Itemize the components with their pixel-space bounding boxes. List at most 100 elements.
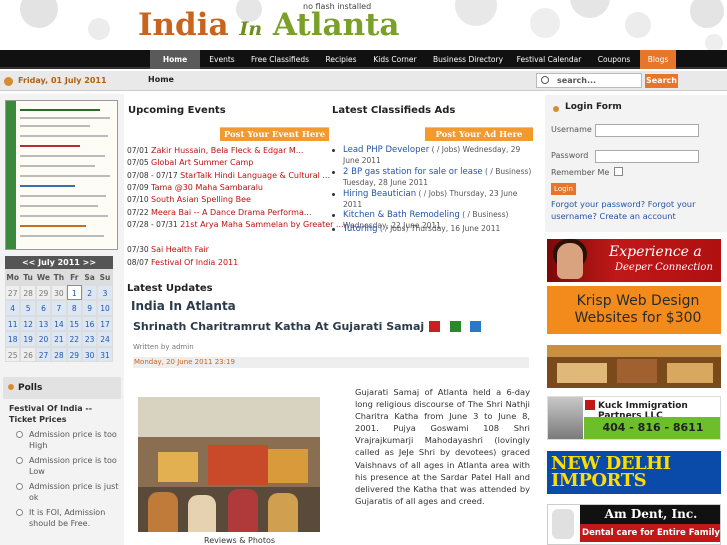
account-links[interactable]: Forgot your password? Forgot your userna…: [551, 198, 723, 222]
clock-icon: [4, 77, 13, 86]
poll-option[interactable]: Admission price is too Low: [3, 455, 121, 477]
calendar-day-header: Tu: [20, 269, 36, 285]
poll-option[interactable]: It is FOI, Admission should be Free.: [3, 507, 121, 529]
calendar-day[interactable]: 9: [81, 300, 98, 316]
username-field[interactable]: [595, 124, 699, 137]
calendar-day[interactable]: 19: [20, 331, 36, 347]
calendar-grid: Mo Tu We Th Fr Sa Su 27 28 29 30 1 2 3 4 5 6 7 8 9 10 11 12 13 1…: [5, 269, 113, 362]
event-link[interactable]: Festival Of India 2011: [151, 258, 238, 267]
event-link[interactable]: Global Art Summer Camp: [151, 158, 253, 167]
site-logo[interactable]: India In Atlanta: [138, 7, 400, 43]
ad-banner-krisp[interactable]: Krisp Web Design Websites for $300: [547, 286, 721, 334]
password-field[interactable]: [595, 150, 699, 163]
article-date: Monday, 20 June 2011 23:19: [133, 357, 529, 368]
radio-button[interactable]: [16, 431, 23, 438]
calendar-day[interactable]: 23: [81, 331, 98, 347]
classified-link[interactable]: Kitchen & Bath Remodeling: [343, 210, 460, 220]
nav-coupons[interactable]: Coupons: [588, 50, 640, 69]
calendar-day[interactable]: 13: [35, 315, 52, 331]
section-title[interactable]: India In Atlanta: [131, 299, 236, 313]
poll-option[interactable]: Admission price is too High: [3, 429, 121, 451]
poll-option[interactable]: Admission price is just ok: [3, 481, 121, 503]
calendar-day[interactable]: 4: [5, 300, 21, 316]
event-link[interactable]: Tama @30 Maha Sambaralu: [151, 183, 263, 192]
search-button[interactable]: Search: [645, 74, 678, 88]
nav-free-classifieds[interactable]: Free Classifieds: [244, 50, 316, 69]
event-photo[interactable]: [138, 397, 320, 532]
calendar-day[interactable]: 8: [66, 300, 82, 316]
event-link[interactable]: StarTalk Hindi Language & Cultural ...: [180, 171, 330, 180]
classified-link[interactable]: Hiring Beautician: [343, 189, 416, 199]
event-flyer-image[interactable]: [5, 100, 118, 250]
event-date: 07/05: [127, 158, 149, 167]
event-link[interactable]: Sai Health Fair: [151, 245, 209, 254]
radio-button[interactable]: [16, 483, 23, 490]
calendar-day[interactable]: 11: [5, 315, 21, 331]
main-nav: Home Events Free Classifieds Recipies Ki…: [0, 50, 727, 69]
ad-banner-restaurant[interactable]: [547, 345, 721, 388]
event-date: 08/07: [127, 258, 149, 267]
calendar-day[interactable]: 7: [51, 300, 67, 316]
breadcrumb[interactable]: Home: [148, 75, 174, 84]
calendar-day[interactable]: 18: [5, 331, 21, 347]
classified-link[interactable]: Lead PHP Developer: [343, 145, 429, 155]
login-button[interactable]: Login: [551, 183, 576, 195]
event-item: 07/22 Meera Bai -- A Dance Drama Perform…: [127, 207, 312, 220]
nav-recipies[interactable]: Recipies: [318, 50, 364, 69]
calendar-day[interactable]: 16: [81, 315, 98, 331]
search-input[interactable]: search...: [536, 73, 642, 88]
calendar-header[interactable]: << July 2011 >>: [5, 256, 113, 269]
article-title[interactable]: Shrinath Charitramrut Katha At Gujarati …: [133, 320, 424, 333]
calendar-day[interactable]: 2: [81, 284, 98, 300]
calendar-day[interactable]: 24: [97, 331, 113, 347]
calendar-day[interactable]: 5: [20, 300, 36, 316]
nav-business-directory[interactable]: Business Directory: [426, 50, 510, 69]
calendar-day[interactable]: 14: [51, 315, 67, 331]
calendar-day[interactable]: 6: [35, 300, 52, 316]
calendar-day[interactable]: 27: [35, 346, 52, 362]
event-item: 08/07 Festival Of India 2011: [127, 257, 238, 270]
ad-banner-am-dent[interactable]: Am Dent, Inc. Dental care for Entire Fam…: [547, 504, 721, 545]
ad-banner-kuck[interactable]: Kuck Immigration Partners LLC 404 - 816 …: [547, 396, 721, 440]
calendar-day[interactable]: 29: [66, 346, 82, 362]
classifieds-title: Latest Classifieds Ads: [332, 105, 456, 116]
pdf-icon[interactable]: [429, 321, 440, 332]
calendar-day[interactable]: 20: [35, 331, 52, 347]
nav-events[interactable]: Events: [202, 50, 242, 69]
print-icon[interactable]: [450, 321, 461, 332]
event-date: 07/09: [127, 183, 149, 192]
event-link[interactable]: 21st Arya Maha Sammelan by Greater ...: [180, 220, 344, 229]
calendar-day[interactable]: 21: [51, 331, 67, 347]
calendar-day[interactable]: 12: [20, 315, 36, 331]
photo-caption[interactable]: Reviews & Photos: [204, 536, 275, 545]
calendar-day[interactable]: 17: [97, 315, 113, 331]
calendar-day[interactable]: 15: [66, 315, 82, 331]
event-link[interactable]: South Asian Spelling Bee: [151, 195, 251, 204]
event-date: 07/10: [127, 195, 149, 204]
calendar-day: 27: [5, 284, 21, 300]
nav-home[interactable]: Home: [150, 50, 200, 69]
classified-link[interactable]: Tutoring: [343, 224, 377, 234]
event-link[interactable]: Zakir Hussain, Bela Fleck & Edgar M...: [151, 146, 303, 155]
nav-blogs[interactable]: Blogs: [640, 50, 676, 69]
event-link[interactable]: Meera Bai -- A Dance Drama Performa...: [151, 208, 312, 217]
email-icon[interactable]: [470, 321, 481, 332]
nav-kids-corner[interactable]: Kids Corner: [366, 50, 424, 69]
nav-festival-calendar[interactable]: Festival Calendar: [512, 50, 586, 69]
radio-button[interactable]: [16, 457, 23, 464]
classified-link[interactable]: 2 BP gas station for sale or lease: [343, 167, 483, 177]
calendar-day: 30: [51, 284, 67, 300]
radio-button[interactable]: [16, 509, 23, 516]
calendar-day[interactable]: 10: [97, 300, 113, 316]
ad-banner-new-delhi-imports[interactable]: NEW DELHI IMPORTS: [547, 451, 721, 494]
calendar-day[interactable]: 28: [51, 346, 67, 362]
post-ad-button[interactable]: Post Your Ad Here: [425, 127, 533, 141]
calendar-day[interactable]: 31: [97, 346, 113, 362]
ad-banner-experience[interactable]: Experience a Deeper Connection: [547, 239, 721, 282]
calendar-day[interactable]: 3: [97, 284, 113, 300]
calendar-day[interactable]: 1: [66, 284, 82, 300]
post-event-button[interactable]: Post Your Event Here: [220, 127, 329, 141]
calendar-day[interactable]: 30: [81, 346, 98, 362]
calendar-day[interactable]: 22: [66, 331, 82, 347]
remember-checkbox[interactable]: [614, 167, 623, 176]
